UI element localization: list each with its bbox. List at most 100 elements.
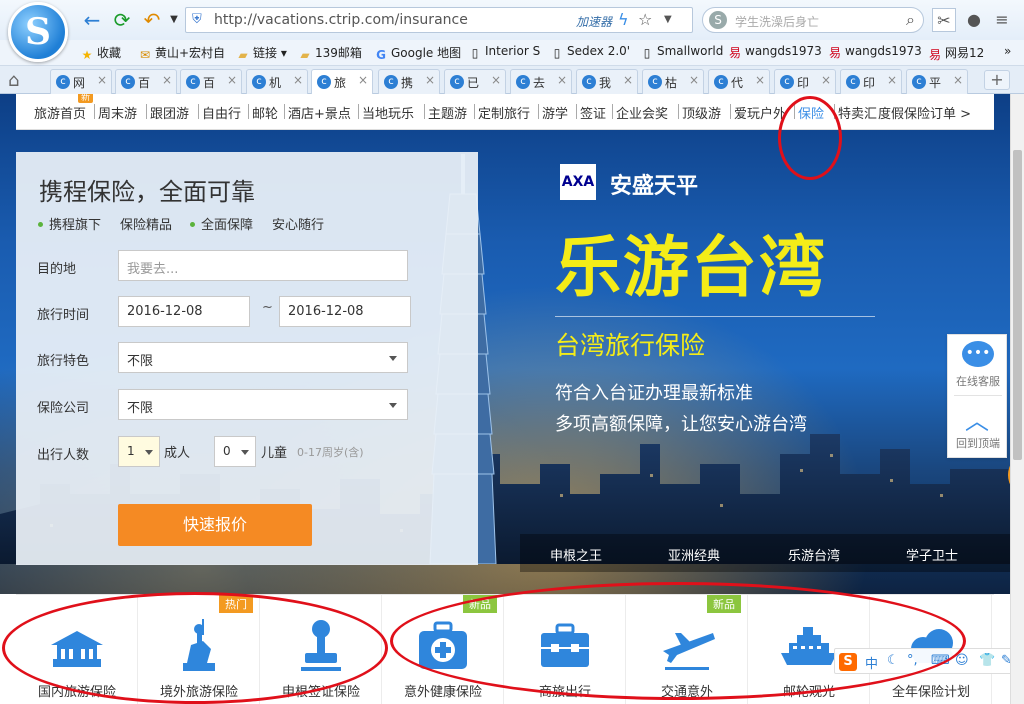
bookmark-item[interactable]: ▯ Smallworld <box>640 44 724 60</box>
dropdown-icon[interactable]: ▼ <box>664 14 672 25</box>
travel-feature-select[interactable]: 不限 <box>118 342 408 373</box>
menu-icon[interactable]: ≡ <box>990 8 1014 32</box>
bookmark-item[interactable]: ▰ 链接 ▾ <box>236 44 286 62</box>
scrollbar-thumb[interactable] <box>1013 150 1022 460</box>
accelerator-label[interactable]: 加速器 <box>576 13 612 30</box>
undo-icon[interactable]: ↶ <box>140 8 164 32</box>
star-icon[interactable]: ☆ <box>638 10 652 29</box>
bookmark-item[interactable]: G Google 地图 <box>374 44 461 62</box>
nav-item[interactable]: 顶级游 <box>682 103 721 122</box>
browser-tab[interactable]: c 代 × <box>708 69 770 94</box>
scrollbar[interactable] <box>1010 94 1024 704</box>
chevron-up-icon[interactable]: ︿ <box>965 401 989 436</box>
close-icon[interactable]: × <box>689 73 699 87</box>
children-select[interactable]: 0 <box>214 436 256 467</box>
shirt-icon[interactable]: 👕 <box>979 653 995 668</box>
online-service-link[interactable]: 在线客服 <box>948 373 1008 389</box>
browser-tab[interactable]: c 百 × <box>115 69 177 94</box>
bookmark-item[interactable]: 易 wangds1973 <box>828 44 922 60</box>
browser-tab[interactable]: c 我 × <box>576 69 638 94</box>
nav-item[interactable]: 游学 <box>542 103 568 122</box>
nav-item[interactable]: 签证 <box>580 103 606 122</box>
date-to-input[interactable]: 2016-12-08 <box>279 296 411 327</box>
browser-tab[interactable]: c 百 × <box>180 69 242 94</box>
bookmark-item[interactable]: 易网易12 <box>928 44 984 62</box>
back-icon[interactable]: ← <box>80 8 104 32</box>
nav-item[interactable]: 特卖汇 <box>838 103 877 122</box>
nav-item[interactable]: 旅游首页 <box>34 103 86 122</box>
browser-tab[interactable]: c 枯 × <box>642 69 704 94</box>
carousel-tab[interactable]: 学子卫士 <box>906 545 958 564</box>
close-icon[interactable]: × <box>162 73 172 87</box>
close-icon[interactable]: × <box>821 73 831 87</box>
close-icon[interactable]: × <box>557 73 567 87</box>
tab-label: 去 <box>533 76 546 90</box>
tab-label: 枯 <box>665 76 678 90</box>
carousel-tab[interactable]: 亚洲经典 <box>668 545 720 564</box>
close-icon[interactable]: × <box>425 73 435 87</box>
insurance-order-link[interactable]: 度假保险订单 > <box>878 103 971 122</box>
nav-item[interactable]: 周末游 <box>98 103 137 122</box>
address-bar[interactable]: ⛨ http://vacations.ctrip.com/insurance 加… <box>185 7 693 33</box>
search-icon[interactable]: ⌕ <box>906 10 915 30</box>
bookmark-item[interactable]: ▯ Interior S <box>468 44 541 60</box>
browser-tab[interactable]: c 携 × <box>378 69 440 94</box>
back-to-top-link[interactable]: 回到顶端 <box>948 435 1008 451</box>
bookmark-item[interactable]: ▯ Sedex 2.0' <box>550 44 630 60</box>
nav-item[interactable]: 邮轮 <box>252 103 278 122</box>
browser-tab[interactable]: c 网 × <box>50 69 112 94</box>
more-icon[interactable]: ● <box>962 8 986 32</box>
browser-tab[interactable]: c 旅 × <box>311 69 373 94</box>
browser-tab[interactable]: c 机 × <box>246 69 308 94</box>
page-icon: ▯ <box>643 46 651 60</box>
nav-item[interactable]: 主题游 <box>428 103 467 122</box>
close-icon[interactable]: × <box>623 73 633 87</box>
home-icon[interactable]: ⌂ <box>8 70 19 91</box>
nav-item[interactable]: 酒店+景点 <box>288 103 351 122</box>
quick-quote-button[interactable]: 快速报价 <box>118 504 312 546</box>
browser-tab[interactable]: c 平 × <box>906 69 968 94</box>
search-box[interactable]: S 学生洗澡后身亡 ⌕ <box>702 7 924 33</box>
close-icon[interactable]: × <box>491 73 501 87</box>
close-icon[interactable]: × <box>358 73 368 87</box>
bookmark-item[interactable]: ▰ 139邮箱 <box>298 44 362 62</box>
bookmark-item[interactable]: 易 wangds1973 <box>728 44 822 60</box>
nav-item[interactable]: 定制旅行 <box>478 103 530 122</box>
close-icon[interactable]: × <box>97 73 107 87</box>
close-icon[interactable]: × <box>755 73 765 87</box>
date-from-input[interactable]: 2016-12-08 <box>118 296 250 327</box>
nav-item[interactable]: 企业会奖 <box>616 103 668 122</box>
close-icon[interactable]: × <box>293 73 303 87</box>
browser-tab[interactable]: c 已 × <box>444 69 506 94</box>
refresh-icon[interactable]: ⟳ <box>110 8 134 32</box>
nav-item[interactable]: 自由行 <box>202 103 241 122</box>
scissors-icon[interactable]: ✂ <box>932 8 956 32</box>
company-select[interactable]: 不限 <box>118 389 408 420</box>
lightning-icon[interactable]: ϟ <box>618 10 629 29</box>
nav-item[interactable]: 当地玩乐 <box>362 103 414 122</box>
history-dropdown-icon[interactable]: ▼ <box>162 8 186 32</box>
search-engine-icon[interactable]: S <box>709 11 727 29</box>
bookmark-item[interactable]: ★ 收藏 <box>80 44 121 62</box>
browser-tab[interactable]: c 印 × <box>774 69 836 94</box>
carousel-tab[interactable]: 乐游台湾 <box>788 545 840 564</box>
sogou-browser-logo[interactable]: S <box>8 2 68 62</box>
tab-label: 携 <box>401 76 414 90</box>
more-bookmarks-icon[interactable]: » <box>1004 44 1011 58</box>
tab-favicon-icon: c <box>121 75 135 89</box>
close-icon[interactable]: × <box>953 73 963 87</box>
netease-icon: 易 <box>828 46 841 60</box>
close-icon[interactable]: × <box>887 73 897 87</box>
browser-tab[interactable]: c 去 × <box>510 69 572 94</box>
bookmark-item[interactable]: ✉ 黄山+宏村自 <box>138 44 225 62</box>
destination-input[interactable]: 我要去... <box>118 250 408 281</box>
url-text[interactable]: http://vacations.ctrip.com/insurance <box>214 12 468 28</box>
nav-item[interactable]: 跟团游 <box>150 103 189 122</box>
nav-item[interactable]: 爱玩户外 <box>734 103 786 122</box>
new-tab-button[interactable]: + <box>984 70 1010 90</box>
browser-tab[interactable]: c 印 × <box>840 69 902 94</box>
adults-select[interactable]: 1 <box>118 436 160 467</box>
carousel-tab[interactable]: 申根之王 <box>550 545 602 564</box>
close-icon[interactable]: × <box>227 73 237 87</box>
chat-bubble-icon[interactable]: ••• <box>962 341 994 367</box>
